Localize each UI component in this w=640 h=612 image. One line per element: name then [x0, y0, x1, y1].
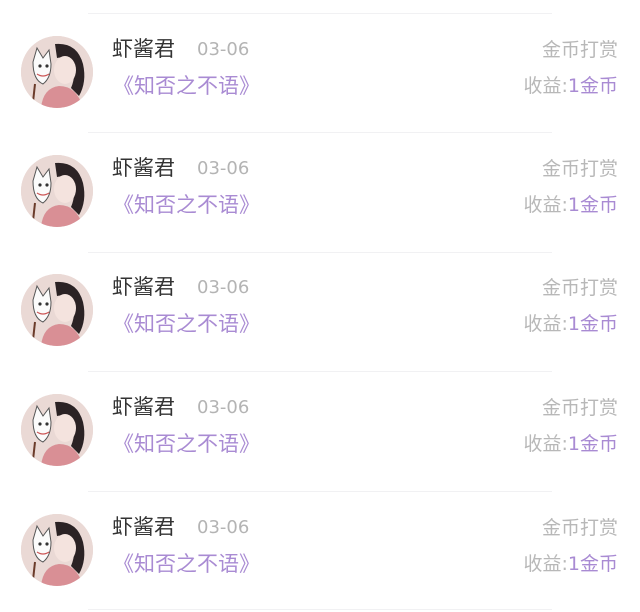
reward-type: 金币打赏 — [541, 39, 618, 61]
avatar[interactable] — [21, 36, 93, 108]
income: 收益:1金币 — [524, 72, 619, 100]
user-name[interactable]: 虾酱君 — [112, 35, 175, 63]
list-item[interactable]: 虾酱君 03-06 《知否之不语》 金币打赏 收益:1金币 — [0, 274, 640, 393]
user-name[interactable]: 虾酱君 — [112, 513, 175, 541]
income: 收益:1金币 — [524, 191, 619, 219]
income: 收益:1金币 — [524, 430, 619, 458]
book-title[interactable]: 《知否之不语》 — [113, 190, 260, 220]
income-value: 1金币 — [567, 553, 618, 575]
avatar-image — [21, 514, 93, 586]
income-value: 1金币 — [567, 75, 618, 97]
avatar-image — [21, 155, 93, 227]
income-value: 1金币 — [567, 433, 618, 455]
divider — [88, 132, 552, 133]
avatar[interactable] — [21, 394, 93, 466]
list-item[interactable]: 虾酱君 03-06 《知否之不语》 金币打赏 收益:1金币 — [0, 394, 640, 513]
divider — [88, 371, 552, 372]
avatar-image — [21, 394, 93, 466]
divider — [88, 252, 552, 253]
reward-type: 金币打赏 — [541, 517, 618, 539]
date: 03-06 — [197, 277, 250, 298]
list-item[interactable]: 虾酱君 03-06 《知否之不语》 金币打赏 收益:1金币 — [0, 514, 640, 612]
income: 收益:1金币 — [524, 310, 619, 338]
income: 收益:1金币 — [524, 550, 619, 578]
date: 03-06 — [197, 39, 250, 60]
avatar-image — [21, 36, 93, 108]
list-item[interactable]: 虾酱君 03-06 《知否之不语》 金币打赏 收益:1金币 — [0, 155, 640, 274]
date: 03-06 — [197, 158, 250, 179]
reward-type: 金币打赏 — [541, 277, 618, 299]
divider — [88, 491, 552, 492]
income-label: 收益: — [523, 433, 568, 455]
book-title[interactable]: 《知否之不语》 — [113, 309, 260, 339]
income-value: 1金币 — [567, 194, 618, 216]
reward-type: 金币打赏 — [541, 158, 618, 180]
avatar[interactable] — [21, 514, 93, 586]
avatar[interactable] — [21, 155, 93, 227]
income-value: 1金币 — [567, 313, 618, 335]
divider — [88, 13, 552, 14]
date: 03-06 — [197, 517, 250, 538]
income-label: 收益: — [523, 313, 568, 335]
list-item[interactable]: 虾酱君 03-06 《知否之不语》 金币打赏 收益:1金币 — [0, 36, 640, 155]
avatar-image — [21, 274, 93, 346]
book-title[interactable]: 《知否之不语》 — [113, 429, 260, 459]
user-name[interactable]: 虾酱君 — [112, 273, 175, 301]
avatar[interactable] — [21, 274, 93, 346]
income-label: 收益: — [523, 75, 568, 97]
income-label: 收益: — [523, 194, 568, 216]
book-title[interactable]: 《知否之不语》 — [113, 549, 260, 579]
date: 03-06 — [197, 397, 250, 418]
divider — [88, 609, 552, 610]
book-title[interactable]: 《知否之不语》 — [113, 71, 260, 101]
user-name[interactable]: 虾酱君 — [112, 154, 175, 182]
income-label: 收益: — [523, 553, 568, 575]
reward-list: 虾酱君 03-06 《知否之不语》 金币打赏 收益:1金币 虾酱君 03-06 … — [0, 0, 640, 612]
reward-type: 金币打赏 — [541, 397, 618, 419]
user-name[interactable]: 虾酱君 — [112, 393, 175, 421]
